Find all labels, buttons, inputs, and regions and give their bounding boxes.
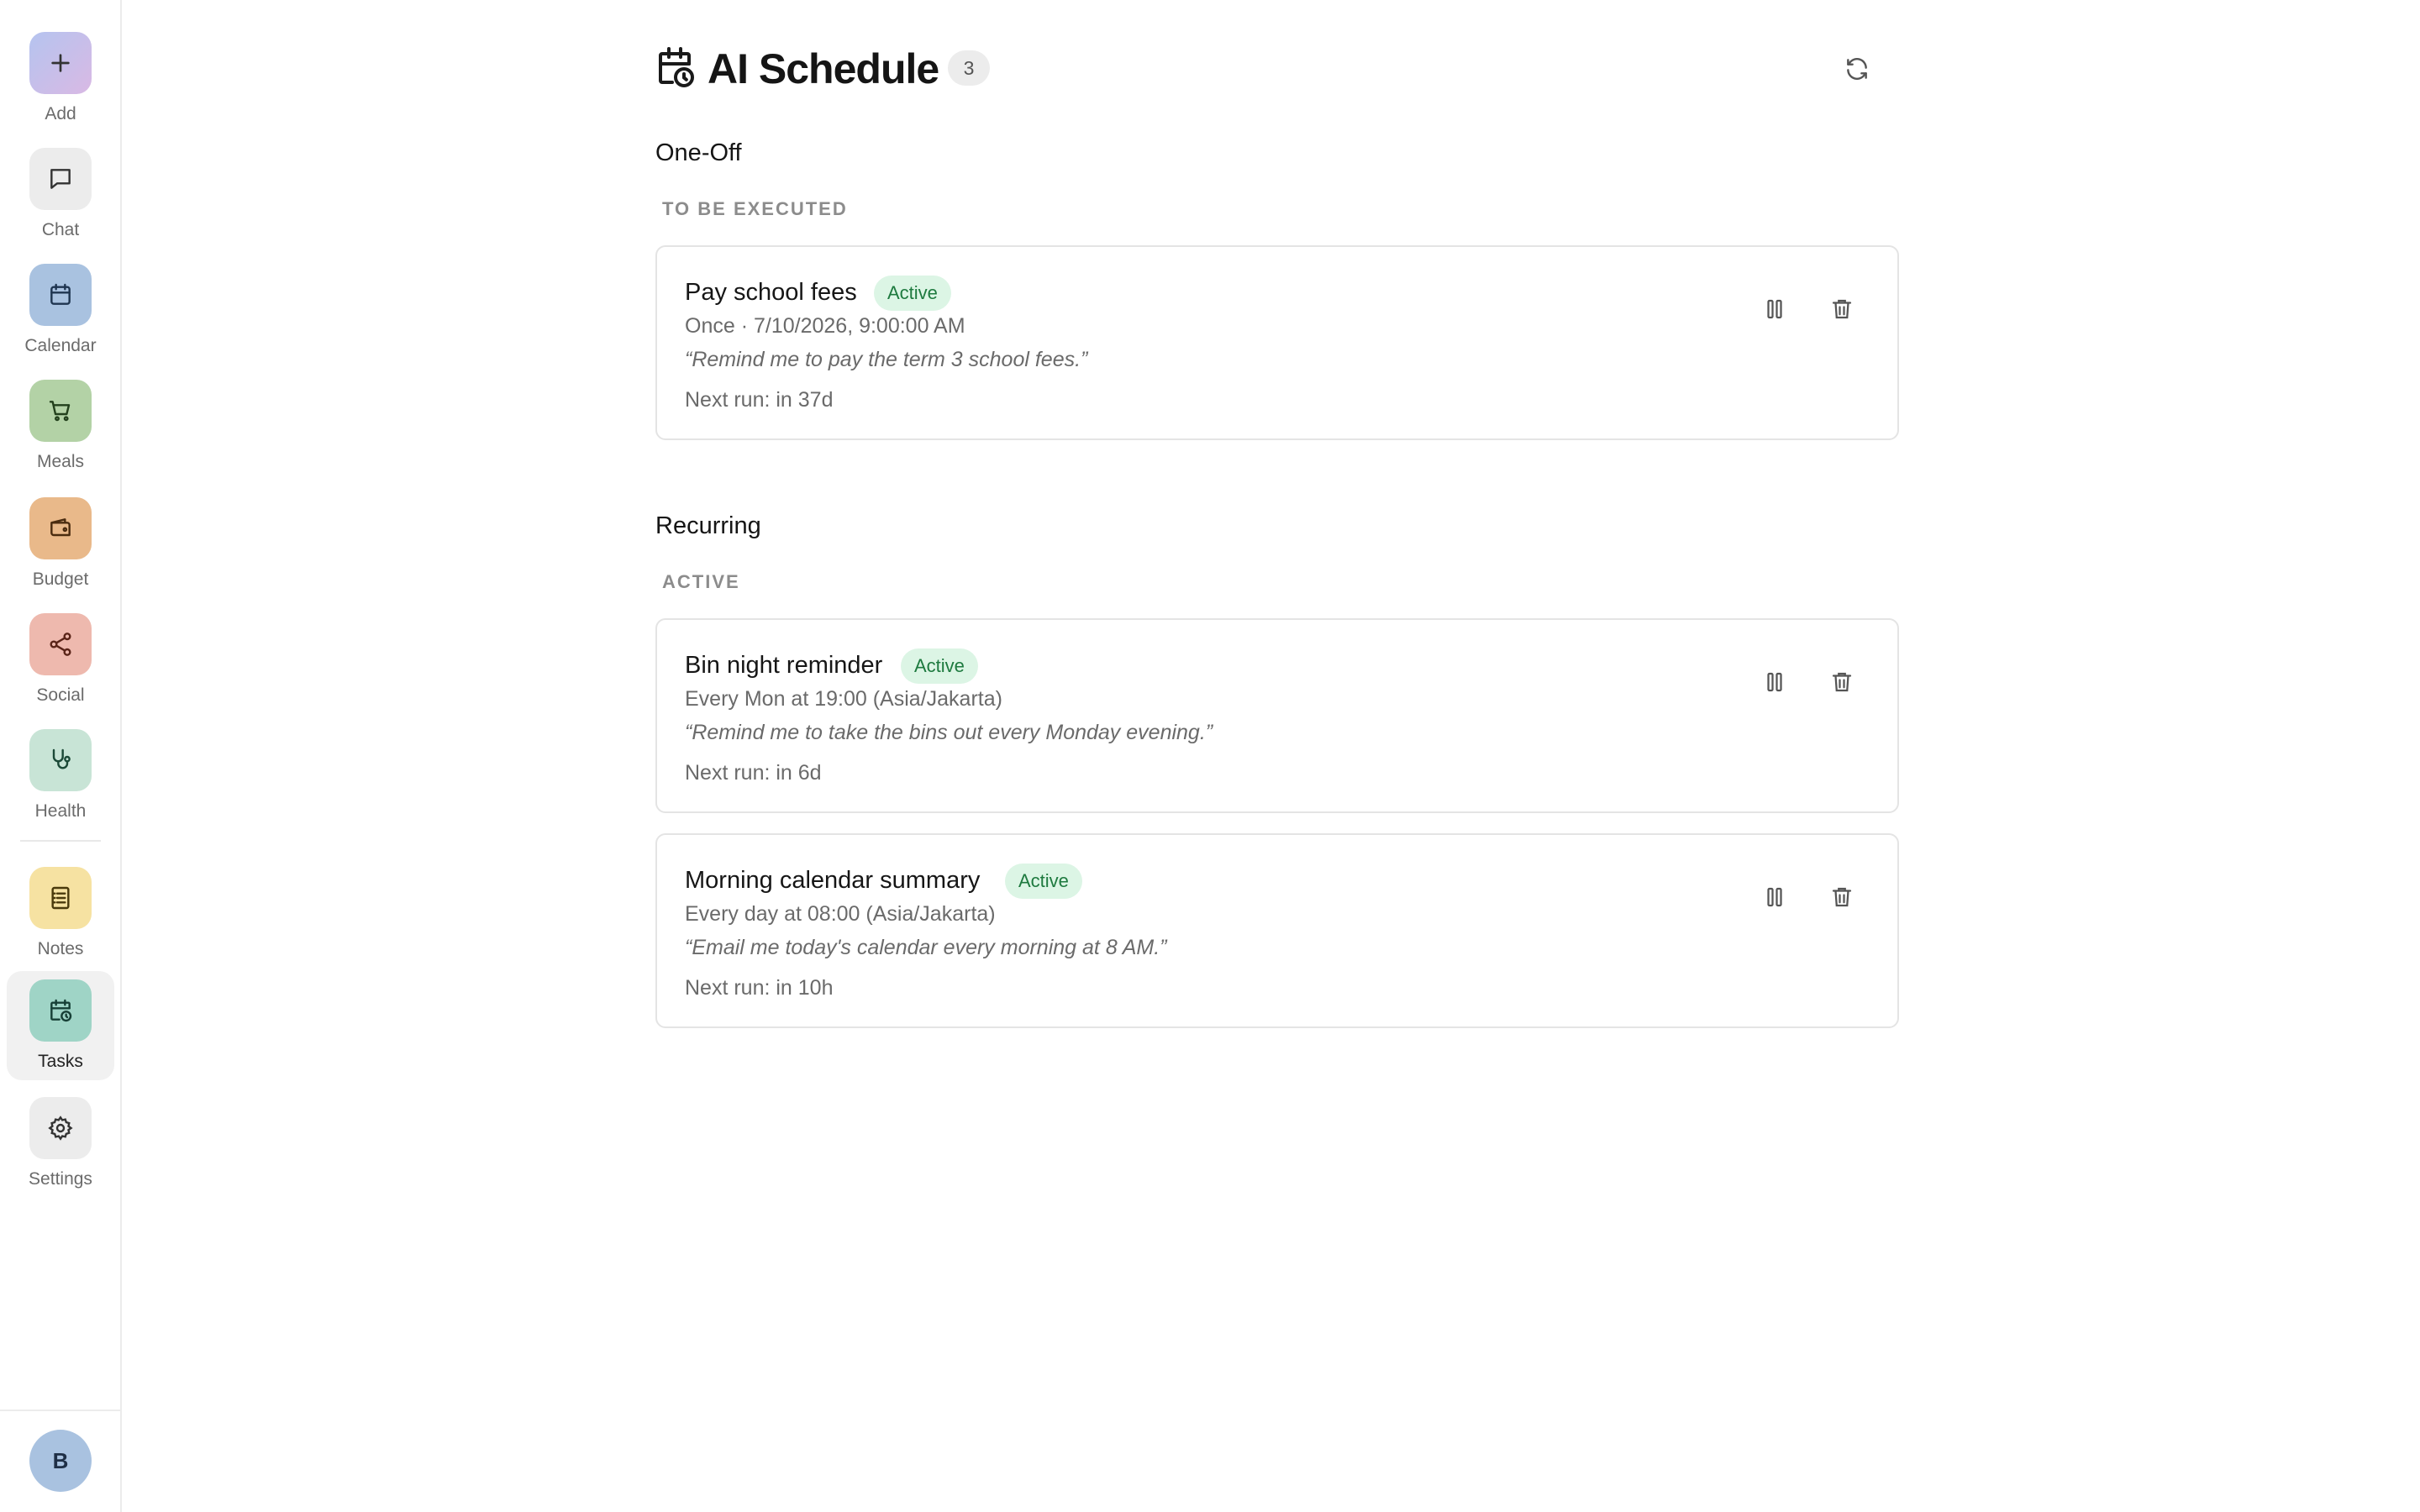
calendar-icon: [50, 283, 71, 305]
pause-icon: [1767, 887, 1782, 907]
task-card[interactable]: Bin night reminder Active Every Mon at 1…: [655, 618, 1899, 813]
sidebar-item-notes[interactable]: Notes: [7, 858, 114, 968]
app-root: Add Chat Calendar Meals Budget Social He…: [0, 0, 2420, 1512]
sidebar-divider: [20, 840, 101, 842]
sidebar-item-social[interactable]: Social: [7, 605, 114, 714]
meals-tile: [29, 380, 92, 442]
calendar-tile: [29, 264, 92, 326]
plus-icon: [51, 54, 70, 72]
status-badge: Active: [874, 276, 951, 311]
wallet-icon: [50, 518, 71, 537]
trash-icon: [1832, 887, 1852, 907]
status-badge: Active: [901, 648, 978, 684]
notes-tile: [29, 867, 92, 929]
trash-icon: [1832, 672, 1852, 692]
pause-button[interactable]: [1753, 287, 1797, 331]
task-prompt: “Email me today's calendar every morning…: [685, 936, 1167, 959]
refresh-icon: [1847, 58, 1867, 80]
sidebar-item-label: Social: [36, 685, 85, 705]
sidebar-item-tasks[interactable]: Tasks: [7, 971, 114, 1080]
task-schedule: Once · 7/10/2026, 9:00:00 AM: [685, 314, 965, 338]
task-prompt: “Remind me to take the bins out every Mo…: [685, 721, 1213, 744]
delete-button[interactable]: [1820, 875, 1864, 919]
stethoscope-icon: [52, 748, 71, 769]
calendar-clock-icon: [659, 47, 694, 87]
group-label-active: ACTIVE: [662, 571, 740, 592]
sidebar-item-health[interactable]: Health: [7, 721, 114, 830]
delete-button[interactable]: [1820, 287, 1864, 331]
trash-icon: [1832, 299, 1852, 319]
page-title: AI Schedule: [708, 45, 939, 92]
shopping-cart-icon: [49, 401, 71, 422]
settings-tile: [29, 1097, 92, 1159]
tasks-tile: [29, 979, 92, 1042]
sidebar-item-budget[interactable]: Budget: [7, 489, 114, 598]
pause-button[interactable]: [1753, 875, 1797, 919]
sidebar-item-label: Add: [45, 104, 76, 123]
page-header: AI Schedule 3: [655, 42, 1899, 96]
task-title: Morning calendar summary: [685, 867, 981, 894]
sidebar-item-label: Chat: [41, 220, 80, 239]
pause-icon: [1767, 672, 1782, 692]
calendar-clock-icon: [50, 999, 72, 1022]
sidebar-item-calendar[interactable]: Calendar: [7, 255, 114, 365]
pause-button[interactable]: [1753, 660, 1797, 704]
sidebar-item-label: Calendar: [24, 336, 97, 355]
task-title: Bin night reminder: [685, 652, 883, 679]
task-next-run: Next run: in 10h: [685, 976, 834, 1000]
task-schedule: Every Mon at 19:00 (Asia/Jakarta): [685, 687, 1002, 711]
sidebar-item-label: Notes: [37, 939, 84, 958]
section-title-recurring: Recurring: [655, 512, 761, 539]
task-next-run: Next run: in 6d: [685, 761, 822, 785]
task-card[interactable]: Pay school fees Active Once · 7/10/2026,…: [655, 245, 1899, 440]
status-badge: Active: [1005, 864, 1082, 899]
sidebar-item-settings[interactable]: Settings: [7, 1089, 114, 1198]
notebook-icon: [51, 886, 70, 910]
add-tile: [29, 32, 92, 94]
sidebar-footer-divider: [0, 1410, 122, 1411]
task-count-badge: 3: [948, 50, 990, 86]
refresh-button[interactable]: [1835, 47, 1879, 91]
task-title: Pay school fees: [685, 279, 857, 306]
budget-tile: [29, 497, 92, 559]
share-icon: [50, 633, 71, 656]
sidebar-item-label: Budget: [32, 570, 89, 589]
pause-icon: [1767, 299, 1782, 319]
sidebar-item-meals[interactable]: Meals: [7, 371, 114, 480]
chat-tile: [29, 148, 92, 210]
delete-button[interactable]: [1820, 660, 1864, 704]
sidebar-item-label: Meals: [36, 452, 85, 471]
main-content: AI Schedule 3 One-Off TO BE EXECUTED Pay…: [655, 0, 1899, 1512]
group-label-to-be-executed: TO BE EXECUTED: [662, 198, 848, 219]
social-tile: [29, 613, 92, 675]
task-schedule: Every day at 08:00 (Asia/Jakarta): [685, 902, 996, 926]
sidebar-item-chat[interactable]: Chat: [7, 139, 114, 249]
sidebar-item-label: Settings: [29, 1169, 92, 1189]
sidebar-item-add[interactable]: Add: [7, 24, 114, 133]
sidebar-item-label: Health: [34, 801, 87, 821]
task-next-run: Next run: in 37d: [685, 388, 834, 412]
chat-bubble-icon: [50, 169, 71, 189]
gear-icon: [48, 1116, 73, 1141]
task-prompt: “Remind me to pay the term 3 school fees…: [685, 348, 1088, 371]
section-title-one-off: One-Off: [655, 139, 742, 166]
sidebar: Add Chat Calendar Meals Budget Social He…: [0, 0, 122, 1512]
health-tile: [29, 729, 92, 791]
task-card[interactable]: Morning calendar summary Active Every da…: [655, 833, 1899, 1028]
user-avatar[interactable]: B: [29, 1430, 92, 1492]
sidebar-item-label: Tasks: [38, 1052, 83, 1071]
